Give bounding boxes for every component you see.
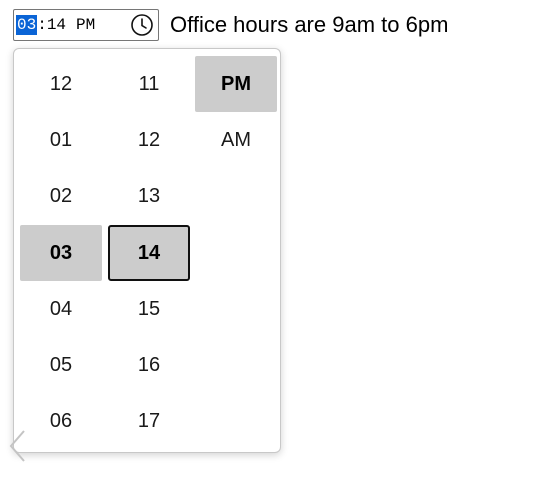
time-separator: :	[37, 16, 47, 34]
minute-option[interactable]: 13	[108, 169, 190, 225]
period-column: PM AM	[195, 56, 277, 169]
minute-segment[interactable]: 14	[47, 15, 66, 35]
chevron-left-icon[interactable]	[6, 428, 30, 464]
time-input[interactable]: 03 : 14 PM	[13, 9, 159, 41]
minute-column: 11 12 13 14 15 16 17	[108, 56, 190, 450]
minute-option[interactable]: 16	[108, 337, 190, 393]
hour-option[interactable]: 05	[20, 337, 102, 393]
period-option[interactable]: AM	[195, 112, 277, 168]
hour-segment[interactable]: 03	[16, 15, 38, 35]
hour-option[interactable]: 01	[20, 112, 102, 168]
minute-option[interactable]: 11	[108, 56, 190, 112]
minute-option[interactable]: 12	[108, 112, 190, 168]
hour-option[interactable]: 02	[20, 169, 102, 225]
clock-icon[interactable]	[130, 13, 154, 37]
minute-option[interactable]: 17	[108, 394, 190, 450]
hour-option[interactable]: 03	[20, 224, 102, 282]
office-hours-label: Office hours are 9am to 6pm	[170, 12, 449, 37]
time-picker-popup: 12 01 02 03 04 05 06 11 12 13 14 15 16 17 PM AM	[13, 48, 281, 453]
hour-option[interactable]: 06	[20, 394, 102, 450]
period-segment[interactable]: PM	[76, 15, 95, 35]
minute-option[interactable]: 14	[108, 224, 190, 282]
hour-column: 12 01 02 03 04 05 06	[20, 56, 102, 450]
minute-option[interactable]: 15	[108, 281, 190, 337]
period-option[interactable]: PM	[195, 56, 277, 113]
hour-option[interactable]: 04	[20, 281, 102, 337]
hour-option[interactable]: 12	[20, 56, 102, 112]
